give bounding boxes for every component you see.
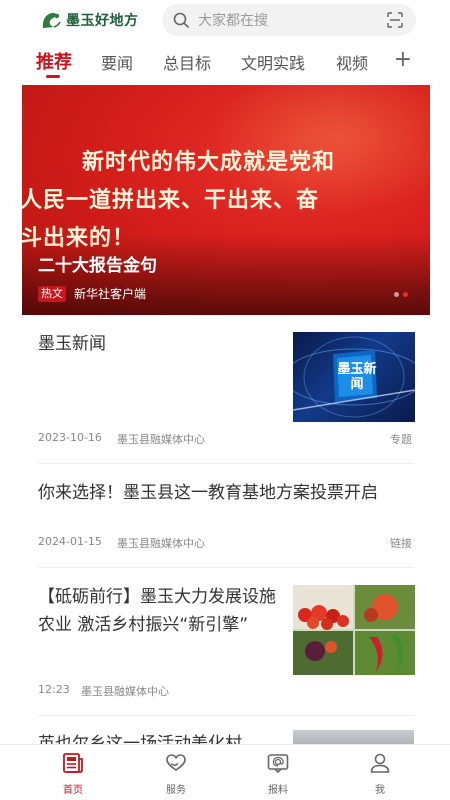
app-header: 墨玉好地方 大家都在搜 [0,0,450,40]
news-item-3[interactable]: 【砥砺前行】墨玉大力发展设施农业 激活乡村振兴“新引擎” 12:23 墨玉县融媒… [38,583,415,703]
newspaper-icon [63,753,83,773]
hot-tag-badge: 热文 [38,286,66,302]
search-icon [173,12,189,28]
tab-general-goal[interactable]: 总目标 [163,50,211,74]
news-title[interactable]: 墨玉新闻 [38,330,268,358]
carousel-dot-active[interactable] [403,292,408,297]
news-type-label: 专题 [390,433,412,446]
nav-me[interactable]: 我 [350,751,410,796]
nav-label-me: 我 [375,785,385,796]
nav-service[interactable]: 服务 [146,751,206,796]
add-tab-button[interactable]: + [394,47,412,72]
carousel-dot[interactable] [394,292,399,297]
tab-recommend[interactable]: 推荐 [36,48,72,74]
news-item-4[interactable]: 英也尔乡这一场活动美化村 [38,730,414,744]
news-type-label: 链接 [390,537,412,550]
news-source: 墨玉县融媒体中心 [117,433,205,446]
news-source: 墨玉县融媒体中心 [117,537,205,550]
active-tab-indicator [46,75,60,78]
vegetables-photo [293,585,415,675]
news-item-1[interactable]: 墨玉新闻 墨玉新闻 2023-10-16 墨玉县融媒体中心 专题 [38,330,415,450]
nav-label-home: 首页 [63,785,83,796]
category-tabs: 推荐 要闻 总目标 文明实践 视频 + [0,44,450,80]
news-date: 2023-10-16 [38,431,102,444]
search-bar[interactable]: 大家都在搜 [162,4,416,36]
banner-title[interactable]: 二十大报告金句 [38,251,157,276]
logo[interactable]: 墨玉好地方 [40,10,139,30]
banner-quote-line: 新时代的伟大成就是党和 [82,149,336,175]
news-source: 墨玉县融媒体中心 [81,685,169,698]
news-time: 12:23 [38,683,70,696]
news-thumbnail[interactable] [293,730,414,744]
logo-icon [42,12,61,28]
nav-home[interactable]: 首页 [43,751,103,796]
news-title[interactable]: 英也尔乡这一场活动美化村 [38,730,278,744]
tab-headlines[interactable]: 要闻 [101,50,133,74]
divider [38,715,414,716]
search-placeholder: 大家都在搜 [198,13,268,29]
tab-civilization-practice[interactable]: 文明实践 [241,50,305,74]
carousel-indicator [394,292,408,297]
bottom-navigation: 首页 服务 报料 我 [0,744,450,800]
thumbnail-caption: 墨玉新闻 [337,362,377,392]
nav-label-service: 服务 [166,785,186,796]
nav-report[interactable]: 报料 [248,751,308,796]
heart-hands-icon [166,754,186,771]
divider [38,463,414,464]
news-thumbnail[interactable] [293,585,415,675]
news-item-2[interactable]: 你来选择！墨玉县这一教育基地方案投票开启 2024-01-15 墨玉县融媒体中心… [38,479,414,559]
banner-quote-line: 人民一道拼出来、干出来、奋 [22,187,320,213]
user-icon [370,753,390,773]
tab-video[interactable]: 视频 [336,50,368,74]
news-title[interactable]: 你来选择！墨玉县这一教育基地方案投票开启 [38,479,414,507]
scan-icon[interactable] [386,11,404,29]
logo-text: 墨玉好地方 [66,13,139,29]
divider [38,567,414,568]
banner-source: 新华社客户端 [74,287,147,301]
news-thumbnail[interactable]: 墨玉新闻 [293,332,415,422]
banner-carousel[interactable]: 新时代的伟大成就是党和 人民一道拼出来、干出来、奋 斗出来的！ 二十大报告金句 … [22,85,430,315]
news-date: 2024-01-15 [38,535,102,548]
nav-label-report: 报料 [268,785,288,796]
report-icon [267,754,289,774]
news-title[interactable]: 【砥砺前行】墨玉大力发展设施农业 激活乡村振兴“新引擎” [38,583,278,639]
